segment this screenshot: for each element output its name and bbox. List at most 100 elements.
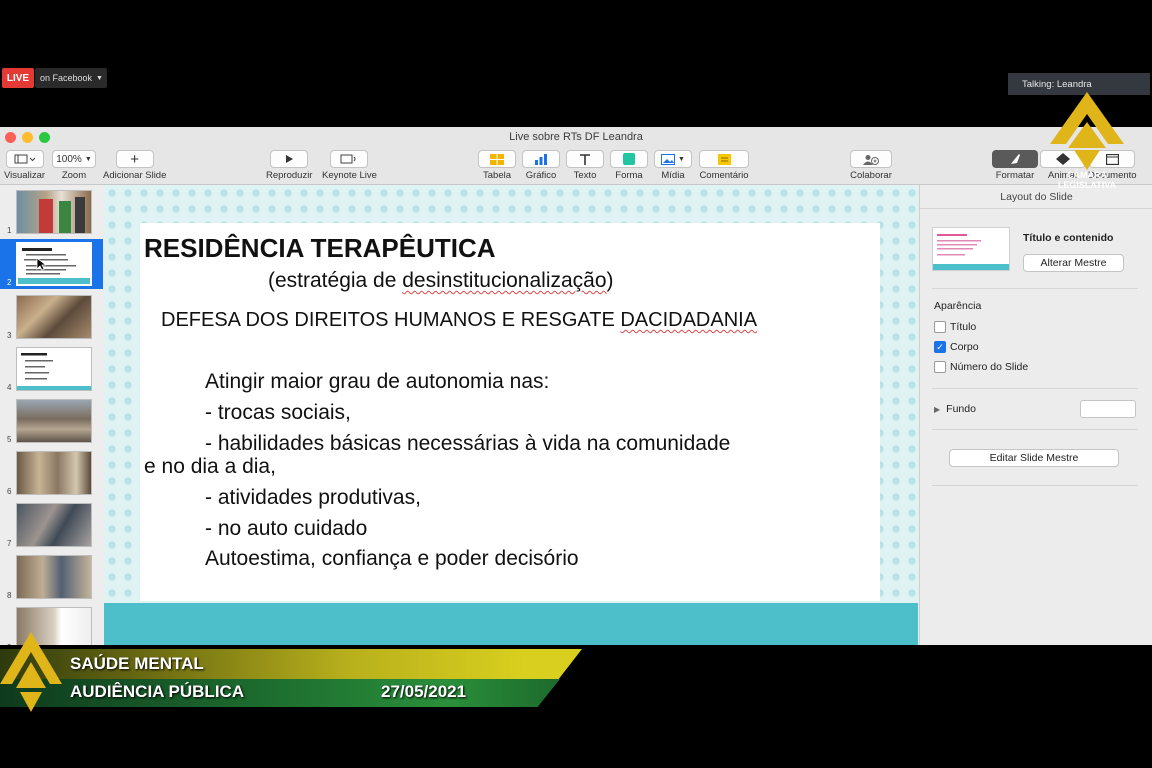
play-button[interactable]: Reproduzir <box>266 150 312 181</box>
slide-heading[interactable]: DEFESA DOS DIREITOS HUMANOS E RESGATE DA… <box>161 309 757 332</box>
minimize-window-icon[interactable] <box>22 132 33 143</box>
video-frame: { "stream": { "live_label": "LIVE", "pla… <box>0 0 1152 768</box>
slide-thumb-6[interactable]: 6 <box>0 448 103 498</box>
slide-subtitle[interactable]: (estratégia de desinstitucionalização) <box>268 269 614 293</box>
zoom-window-icon[interactable] <box>39 132 50 143</box>
collaborate-icon <box>850 150 892 168</box>
divider <box>932 288 1138 289</box>
title-checkbox-label: Título <box>950 321 977 333</box>
media-button[interactable]: ▼ Mídia <box>654 150 692 181</box>
close-window-icon[interactable] <box>5 132 16 143</box>
table-icon <box>478 150 516 168</box>
change-master-button[interactable]: Alterar Mestre <box>1023 254 1124 272</box>
camara-legislativa-logo: CÂMARA LEGISLATIVA <box>1050 92 1124 192</box>
layout-name: Título e contenido <box>1023 232 1114 244</box>
title-checkbox[interactable]: Título <box>934 321 976 333</box>
appearance-heading: Aparência <box>934 300 982 312</box>
window-title: Live sobre RTs DF Leandra <box>509 131 643 143</box>
slide-body-line[interactable]: e no dia a dia, <box>144 455 276 479</box>
slide-number: 7 <box>7 539 12 548</box>
slide-thumb-1[interactable]: 1 <box>0 187 103 237</box>
edit-master-button[interactable]: Editar Slide Mestre <box>949 449 1119 467</box>
slide-thumb-3[interactable]: 3 <box>0 292 103 342</box>
comment-label: Comentário <box>699 170 749 181</box>
body-checkbox[interactable]: ✓ Corpo <box>934 341 979 353</box>
checkbox-icon <box>934 321 946 333</box>
slide-number: 3 <box>7 331 12 340</box>
stream-destination-label: on Facebook <box>40 73 93 83</box>
slide-body-line[interactable]: Atingir maior grau de autonomia nas: <box>205 370 549 394</box>
collaborate-button[interactable]: Colaborar <box>850 150 892 181</box>
zoom-select[interactable]: 100% ▼ Zoom <box>52 150 96 181</box>
media-icon: ▼ <box>654 150 692 168</box>
slide-navigator[interactable]: 1 2 3 4 5 6 7 8 <box>0 185 103 645</box>
text-button[interactable]: Texto <box>566 150 604 181</box>
chart-icon <box>522 150 560 168</box>
play-icon <box>270 150 309 168</box>
checkmark-icon: ✓ <box>934 341 946 353</box>
sidebar-view-icon <box>5 150 44 168</box>
zoom-value: 100% <box>56 153 82 165</box>
slide-number-checkbox[interactable]: Número do Slide <box>934 361 1028 373</box>
logo-line-2: LEGISLATIVA <box>1057 180 1117 190</box>
slide-thumbnail-image <box>16 503 92 547</box>
logo-line-1: CÂMARA <box>1067 170 1107 180</box>
window-titlebar: Live sobre RTs DF Leandra <box>0 127 1152 147</box>
mouse-cursor-icon <box>36 257 48 276</box>
media-label: Mídia <box>661 170 685 181</box>
lower-third-subtitle: AUDIÊNCIA PÚBLICA <box>70 682 245 701</box>
slide-thumbnail-image <box>16 399 92 443</box>
spellcheck-word: desinstitucionalização <box>402 269 607 292</box>
slide-thumb-7[interactable]: 7 <box>0 500 103 550</box>
keynote-live-button[interactable]: Keynote Live <box>322 150 377 181</box>
divider <box>932 388 1138 389</box>
play-label: Reproduzir <box>266 170 313 181</box>
chart-label: Gráfico <box>525 170 557 181</box>
slide-title[interactable]: RESIDÊNCIA TERAPÊUTICA <box>144 233 496 264</box>
paintbrush-icon <box>992 150 1038 168</box>
slide-body-line[interactable]: - atividades produtivas, <box>205 486 421 510</box>
heading-lead: DEFESA DOS DIREITOS HUMANOS E RESGATE <box>161 309 621 331</box>
slide-body-line[interactable]: Autoestima, confiança e poder decisório <box>205 547 579 571</box>
slide-canvas[interactable]: RESIDÊNCIA TERAPÊUTICA (estratégia de de… <box>104 185 918 645</box>
slide-thumb-5[interactable]: 5 <box>0 396 103 446</box>
slide-thumbnail-image <box>16 295 92 339</box>
slide-body-line[interactable]: - habilidades básicas necessárias à vida… <box>205 432 730 456</box>
chart-button[interactable]: Gráfico <box>522 150 560 181</box>
slide-number: 5 <box>7 435 12 444</box>
background-color-swatch[interactable] <box>1080 400 1136 418</box>
collaborate-label: Colaborar <box>850 170 892 181</box>
chevron-down-icon: ▼ <box>96 74 103 82</box>
slide-thumb-2[interactable]: 2 <box>0 239 103 289</box>
visualizar-button[interactable]: Visualizar <box>4 150 45 181</box>
lower-third-title: SAÚDE MENTAL <box>70 654 204 673</box>
comment-button[interactable]: Comentário <box>699 150 749 181</box>
slide-body-line[interactable]: - trocas sociais, <box>205 401 351 425</box>
slide-thumbnail-image <box>16 347 92 391</box>
slide-thumbnail-image <box>16 555 92 599</box>
lower-third-logo-icon <box>0 632 62 716</box>
subtitle-close: ) <box>606 269 614 292</box>
table-label: Tabela <box>483 170 511 181</box>
slide-number: 6 <box>7 487 12 496</box>
slide-number: 4 <box>7 383 12 392</box>
disclosure-triangle-icon: ▶ <box>934 404 941 414</box>
background-disclosure[interactable]: ▶ Fundo <box>934 403 976 415</box>
slide-thumb-8[interactable]: 8 <box>0 552 103 602</box>
divider <box>932 485 1138 486</box>
shape-button[interactable]: Forma <box>610 150 648 181</box>
text-icon <box>566 150 604 168</box>
slide-thumb-4[interactable]: 4 <box>0 344 103 394</box>
visualizar-label: Visualizar <box>4 170 46 181</box>
slide-body-line[interactable]: - no auto cuidado <box>205 517 367 541</box>
table-button[interactable]: Tabela <box>478 150 516 181</box>
add-slide-button[interactable]: + Adicionar Slide <box>103 150 166 181</box>
keynote-live-icon <box>330 150 369 168</box>
slide-number: 1 <box>7 226 12 235</box>
format-inspector: Layout do Slide Título e contenido Alter… <box>919 185 1152 645</box>
lower-third-date: 27/05/2021 <box>381 682 467 701</box>
spellcheck-word: DACIDADANIA <box>620 309 758 331</box>
stream-destination-select[interactable]: on Facebook ▼ <box>35 68 107 88</box>
format-button[interactable]: Formatar <box>992 150 1038 181</box>
divider <box>932 429 1138 430</box>
